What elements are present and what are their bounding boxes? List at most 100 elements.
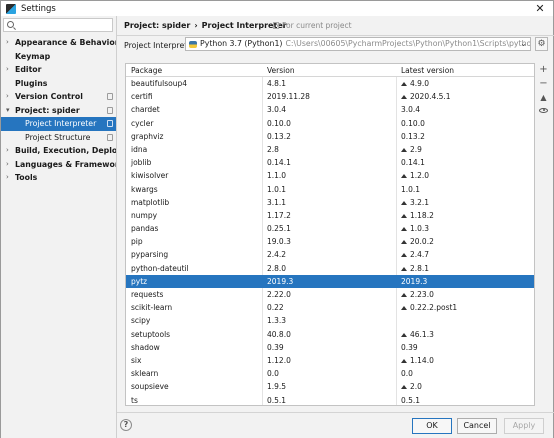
package-name: scipy bbox=[131, 316, 151, 326]
table-row[interactable]: shadow 0.39 0.39 bbox=[126, 341, 534, 354]
close-icon[interactable]: ✕ bbox=[533, 2, 547, 15]
table-row[interactable]: scikit-learn 0.22 0.22.2.post1 bbox=[126, 301, 534, 314]
table-row[interactable]: ts 0.5.1 0.5.1 bbox=[126, 394, 534, 406]
package-latest-version: 1.2.0 bbox=[401, 169, 429, 182]
table-row[interactable]: matplotlib 3.1.1 3.2.1 bbox=[126, 196, 534, 209]
table-row[interactable]: setuptools 40.8.0 46.1.3 bbox=[126, 328, 534, 341]
table-row[interactable]: cycler 0.10.0 0.10.0 bbox=[126, 117, 534, 130]
table-row[interactable]: numpy 1.17.2 1.18.2 bbox=[126, 209, 534, 222]
table-row[interactable]: certifi 2019.11.28 2020.4.5.1 bbox=[126, 90, 534, 103]
cancel-button[interactable]: Cancel bbox=[457, 418, 497, 434]
sidebar-item-build-execution-deployment[interactable]: › Build, Execution, Deployment bbox=[1, 144, 145, 158]
latest-version-text: 3.0.4 bbox=[401, 105, 421, 115]
package-name: pandas bbox=[131, 224, 159, 234]
table-body: beautifulsoup4 4.8.1 4.9.0 certifi 2019.11.2… bbox=[126, 77, 534, 406]
sidebar-item-label: Project Structure bbox=[25, 132, 91, 142]
package-version: 0.14.1 bbox=[267, 158, 291, 168]
sidebar-item-tools[interactable]: › Tools bbox=[1, 171, 117, 185]
table-row[interactable]: idna 2.8 2.9 bbox=[126, 143, 534, 156]
add-package-icon[interactable]: + bbox=[536, 63, 551, 77]
package-name: chardet bbox=[131, 105, 160, 115]
package-version: 2019.11.28 bbox=[267, 92, 310, 102]
table-row[interactable]: soupsieve 1.9.5 2.0 bbox=[126, 380, 534, 393]
chevron-right-icon[interactable]: › bbox=[6, 63, 9, 77]
package-latest-version: 2.9 bbox=[401, 143, 422, 156]
chevron-right-icon[interactable]: › bbox=[6, 158, 9, 172]
table-row[interactable]: pytz 2019.3 2019.3 bbox=[126, 274, 534, 288]
sidebar-item-plugins[interactable]: Plugins bbox=[1, 77, 117, 91]
table-row[interactable]: pandas 0.25.1 1.0.3 bbox=[126, 222, 534, 235]
package-name: numpy bbox=[131, 210, 158, 220]
package-latest-version: 0.13.2 bbox=[401, 130, 425, 143]
project-scope-icon bbox=[107, 93, 113, 100]
table-row[interactable]: graphviz 0.13.2 0.13.2 bbox=[126, 130, 534, 143]
sidebar-item-project-interpreter[interactable]: Project Interpreter bbox=[1, 117, 117, 131]
apply-button[interactable]: Apply bbox=[504, 418, 544, 434]
package-name: python-dateutil bbox=[131, 263, 189, 273]
sidebar-item-project-structure[interactable]: Project Structure bbox=[1, 131, 117, 145]
table-row[interactable]: requests 2.22.0 2.23.0 bbox=[126, 288, 534, 301]
package-latest-version: 1.14.0 bbox=[401, 354, 434, 367]
sidebar-item-keymap[interactable]: Keymap bbox=[1, 50, 117, 64]
chevron-right-icon[interactable]: › bbox=[6, 36, 9, 50]
upgrade-available-icon bbox=[401, 266, 407, 271]
sidebar-item-version-control[interactable]: › Version Control bbox=[1, 90, 117, 104]
sidebar-item-label: Plugins bbox=[15, 78, 48, 88]
latest-version-text: 2.0 bbox=[410, 382, 422, 392]
package-name: shadow bbox=[131, 342, 160, 352]
remove-package-icon[interactable]: − bbox=[536, 77, 551, 91]
gear-icon[interactable]: ⚙ bbox=[535, 37, 548, 51]
search-icon bbox=[7, 21, 14, 28]
package-latest-version: 0.10.0 bbox=[401, 117, 425, 130]
package-name: scikit-learn bbox=[131, 303, 173, 313]
latest-version-text: 1.18.2 bbox=[410, 210, 434, 220]
sidebar-item-languages-frameworks[interactable]: › Languages & Frameworks bbox=[1, 158, 129, 172]
package-latest-version: 3.0.4 bbox=[401, 103, 420, 116]
interpreter-select[interactable]: Python 3.7 (Python1) C:\Users\00605\Pycha… bbox=[185, 37, 531, 51]
package-version: 2019.3 bbox=[267, 276, 294, 286]
package-version: 0.39 bbox=[267, 342, 284, 352]
header-version[interactable]: Version bbox=[267, 64, 295, 77]
ok-button[interactable]: OK bbox=[412, 418, 452, 434]
table-row[interactable]: scipy 1.3.3 bbox=[126, 314, 534, 327]
chevron-right-icon[interactable]: › bbox=[6, 90, 9, 104]
packages-table[interactable]: Package Version Latest version beautiful… bbox=[125, 63, 535, 406]
package-name: idna bbox=[131, 144, 148, 154]
table-row[interactable]: joblib 0.14.1 0.14.1 bbox=[126, 156, 534, 169]
table-row[interactable]: chardet 3.0.4 3.0.4 bbox=[126, 103, 534, 116]
latest-version-text: 0.13.2 bbox=[401, 131, 425, 141]
package-name: beautifulsoup4 bbox=[131, 79, 188, 88]
table-row[interactable]: beautifulsoup4 4.8.1 4.9.0 bbox=[126, 77, 534, 90]
table-row[interactable]: six 1.12.0 1.14.0 bbox=[126, 354, 534, 367]
chevron-right-icon[interactable]: › bbox=[6, 171, 9, 185]
table-row[interactable]: sklearn 0.0 0.0 bbox=[126, 367, 534, 380]
interpreter-name: Python 3.7 (Python1) bbox=[200, 39, 283, 48]
window-title: Settings bbox=[21, 3, 56, 14]
sidebar-item-appearance-behavior[interactable]: › Appearance & Behavior bbox=[1, 36, 119, 50]
table-row[interactable]: pip 19.0.3 20.0.2 bbox=[126, 235, 534, 248]
header-package[interactable]: Package bbox=[131, 64, 162, 77]
package-name: pytz bbox=[131, 276, 148, 286]
header-latest-version[interactable]: Latest version bbox=[401, 64, 454, 77]
package-version: 1.1.0 bbox=[267, 171, 287, 181]
help-icon[interactable]: ? bbox=[120, 419, 132, 431]
settings-search-input[interactable] bbox=[3, 18, 113, 32]
upgrade-available-icon bbox=[401, 240, 407, 245]
upgrade-package-icon[interactable]: ▲ bbox=[536, 91, 551, 105]
upgrade-available-icon bbox=[401, 174, 407, 179]
chevron-down-icon[interactable]: ▾ bbox=[6, 104, 10, 118]
table-row[interactable]: kwargs 1.0.1 1.0.1 bbox=[126, 183, 534, 196]
package-name: sklearn bbox=[131, 369, 159, 379]
sidebar-item-project-spider[interactable]: ▾ Project: spider bbox=[1, 104, 117, 118]
sidebar-item-label: Project Interpreter bbox=[25, 119, 97, 128]
sidebar-item-editor[interactable]: › Editor bbox=[1, 63, 117, 77]
for-current-project-note: For current project bbox=[273, 21, 352, 30]
latest-version-text: 2.4.7 bbox=[410, 250, 430, 260]
package-latest-version: 1.18.2 bbox=[401, 209, 434, 222]
chevron-right-icon[interactable]: › bbox=[6, 144, 9, 158]
table-row[interactable]: kiwisolver 1.1.0 1.2.0 bbox=[126, 169, 534, 182]
table-row[interactable]: pyparsing 2.4.2 2.4.7 bbox=[126, 248, 534, 261]
latest-version-text: 3.2.1 bbox=[410, 197, 430, 207]
table-row[interactable]: python-dateutil 2.8.0 2.8.1 bbox=[126, 262, 534, 275]
show-early-releases-button[interactable] bbox=[536, 105, 551, 119]
